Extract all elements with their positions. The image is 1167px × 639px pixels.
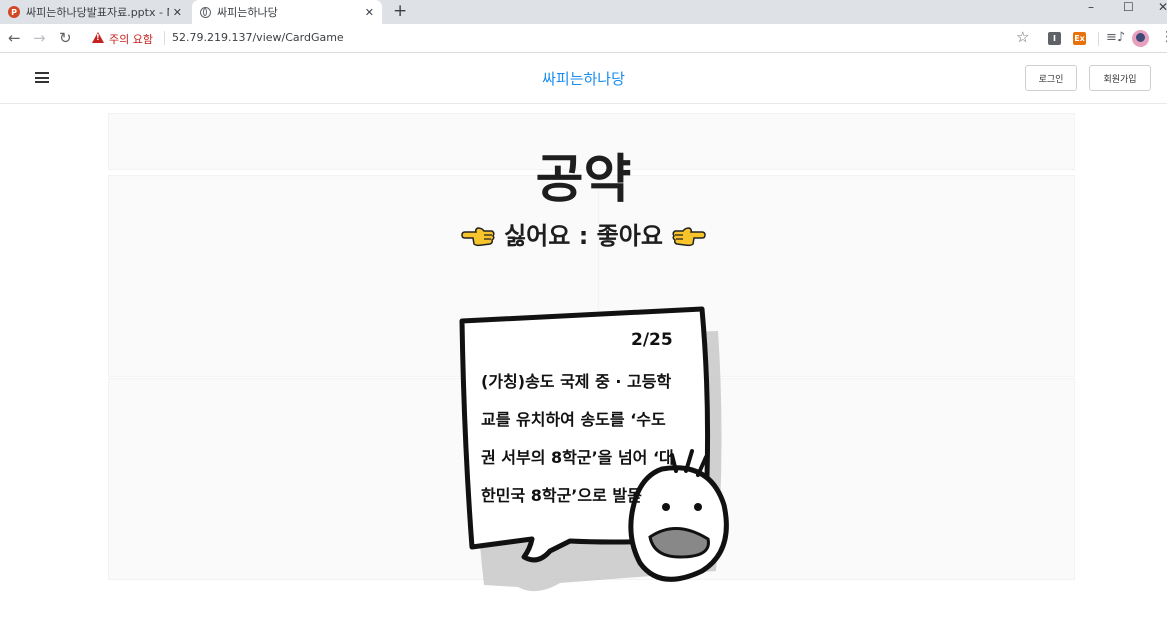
security-warning[interactable]: 주의 요함 — [109, 31, 153, 47]
address-bar[interactable]: 52.79.219.137/view/CardGame — [172, 31, 344, 44]
tab-title: 싸피는하나당 — [217, 6, 278, 19]
media-control-icon[interactable]: ≡♪ — [1106, 30, 1125, 45]
minimize-icon[interactable]: – — [1088, 0, 1094, 14]
maximize-icon[interactable]: ☐ — [1123, 0, 1134, 14]
close-icon[interactable]: ✕ — [173, 6, 182, 19]
card-text-line: 한민국 8학군’으로 발돋 — [481, 486, 642, 505]
card-counter: 2/25 — [631, 330, 673, 350]
like-label: 좋아요 — [596, 222, 663, 250]
tab-title: 싸피는하나당발표자료.pptx - Mi — [26, 6, 169, 19]
signup-button[interactable]: 회원가입 — [1089, 65, 1151, 91]
login-button[interactable]: 로그인 — [1025, 65, 1077, 91]
pointing-left-hand-icon[interactable] — [460, 226, 496, 248]
forward-arrow-icon[interactable]: → — [33, 29, 46, 47]
warning-icon[interactable] — [92, 32, 104, 43]
extension-icon[interactable]: I — [1048, 32, 1061, 45]
swipe-hint: 싫어요 : 좋아요 — [0, 216, 1167, 251]
reload-icon[interactable]: ↻ — [59, 29, 72, 47]
tab-strip: P 싸피는하나당발표자료.pptx - Mi ✕ 싸피는하나당 ✕ + – ☐ … — [0, 0, 1167, 24]
pointing-right-hand-icon[interactable] — [671, 226, 707, 248]
back-arrow-icon[interactable]: ← — [8, 29, 21, 47]
card-text-line: 교를 유치하여 송도를 ‘수도 — [481, 410, 666, 429]
divider — [164, 31, 165, 45]
bookmark-star-icon[interactable]: ☆ — [1016, 28, 1029, 46]
browser-toolbar: ← → ↻ 주의 요함 52.79.219.137/view/CardGame … — [0, 24, 1167, 53]
menu-kebab-icon[interactable]: ⋮ — [1160, 29, 1167, 45]
card-text-line: (가칭)송도 국제 중 · 고등학 — [481, 372, 672, 391]
divider — [1098, 32, 1099, 46]
tab-presentation[interactable]: P 싸피는하나당발표자료.pptx - Mi ✕ — [0, 0, 190, 24]
profile-avatar[interactable] — [1132, 30, 1149, 47]
dislike-label: 싫어요 — [504, 222, 571, 250]
window-close-icon[interactable]: ✕ — [1158, 0, 1167, 14]
site-header: 싸피는하나당 로그인 회원가입 — [0, 53, 1167, 104]
globe-icon — [200, 6, 211, 18]
separator: : — [578, 222, 589, 250]
site-brand[interactable]: 싸피는하나당 — [0, 68, 1167, 89]
new-tab-button[interactable]: + — [393, 1, 407, 21]
tab-cardgame[interactable]: 싸피는하나당 ✕ — [192, 0, 382, 24]
close-icon[interactable]: ✕ — [365, 6, 374, 19]
extension-icon[interactable]: Ex — [1073, 32, 1086, 45]
page-content: 싸피는하나당 로그인 회원가입 공약 싫어요 : 좋아요 2/25 (가칭)송도… — [0, 53, 1167, 639]
powerpoint-icon: P — [8, 6, 20, 18]
card-text-line: 권 서부의 8학군’을 넘어 ‘대 — [481, 448, 674, 467]
page-title: 공약 — [535, 150, 632, 210]
